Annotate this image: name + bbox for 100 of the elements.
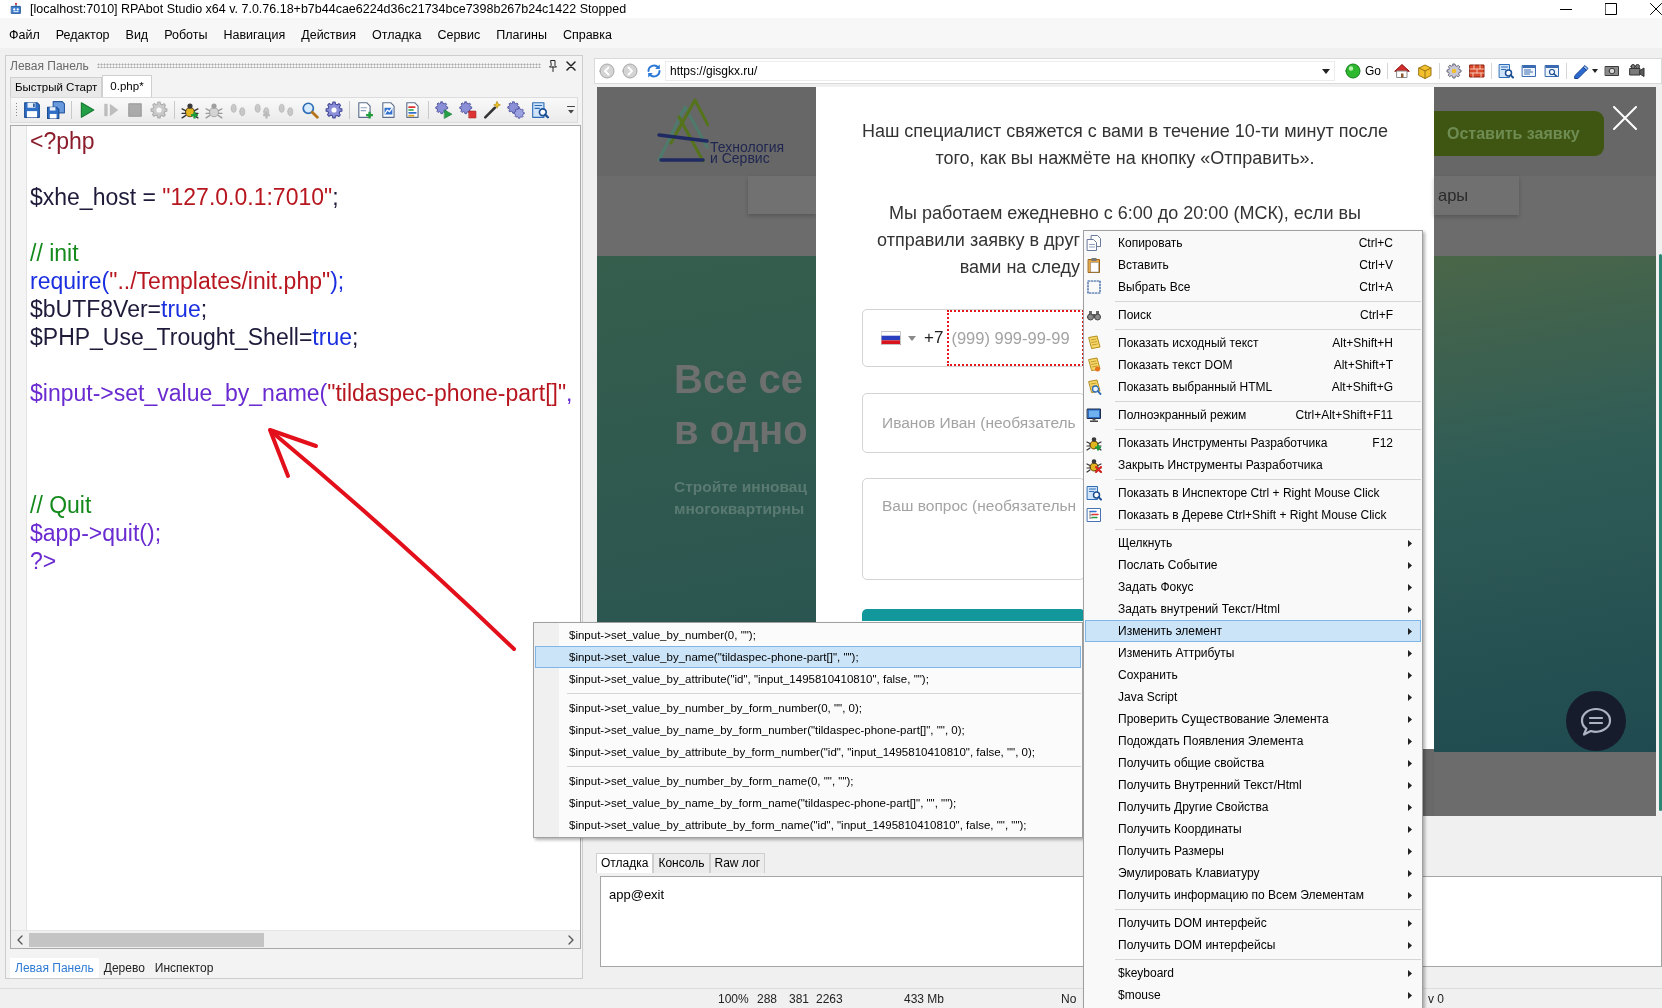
- phone-field[interactable]: +7 (999) 999-99-99: [862, 309, 1085, 367]
- dropdown-caret-icon[interactable]: [1322, 68, 1330, 74]
- film-icon[interactable]: [1604, 63, 1620, 79]
- maximize-icon[interactable]: [1605, 3, 1617, 15]
- menu-item[interactable]: Задать Фокус: [1085, 576, 1421, 598]
- menu-item[interactable]: Показать в Инспекторе Ctrl + Right Mouse Click: [1085, 482, 1421, 504]
- menu-item[interactable]: Вставить Ctrl+V: [1085, 254, 1421, 276]
- pen-icon[interactable]: [1573, 63, 1589, 79]
- box-icon[interactable]: [1417, 63, 1433, 79]
- refresh-icon[interactable]: [646, 63, 662, 79]
- pin-icon[interactable]: [549, 59, 557, 72]
- menu-item[interactable]: Показать выбранный HTML Alt+Shift+G: [1085, 376, 1421, 398]
- menu-item[interactable]: Подождать Появления Элемента: [1085, 730, 1421, 752]
- triangle-logo-icon[interactable]: [657, 97, 709, 163]
- panel-tab[interactable]: Инспектор: [149, 958, 219, 978]
- menu-item[interactable]: Получить общие свойства: [1085, 752, 1421, 774]
- question-field[interactable]: Ваш вопрос (необязательн: [862, 478, 1085, 580]
- gear-icon[interactable]: [1446, 63, 1462, 79]
- menu-item[interactable]: Java Script: [1085, 686, 1421, 708]
- gears-play-button[interactable]: [433, 99, 455, 121]
- menu-item[interactable]: Справка: [562, 28, 612, 42]
- menu-item[interactable]: Получить DOM интерфейсы: [1085, 934, 1421, 956]
- gears-button[interactable]: [505, 99, 527, 121]
- menu-item[interactable]: Копировать Ctrl+C: [1085, 232, 1421, 254]
- status-text: 381: [789, 991, 810, 1006]
- scroll-left-icon[interactable]: [17, 934, 23, 945]
- window-search-icon[interactable]: [1544, 63, 1560, 79]
- menu-item[interactable]: $input->set_value_by_name("tildaspec-phone-part[]", "");: [535, 646, 1081, 668]
- minimize-icon[interactable]: [1560, 8, 1572, 10]
- menu-item[interactable]: Отладка: [372, 28, 422, 42]
- menu-item[interactable]: $keyboard: [1085, 962, 1421, 984]
- save-all-button[interactable]: [45, 99, 67, 121]
- debug-tab[interactable]: Raw лог: [709, 853, 766, 873]
- inspector-button[interactable]: [529, 99, 551, 121]
- dialog-text: Мы работаем ежедневно с 6:00 до 20:00 (МСК), если вы: [889, 203, 1361, 223]
- settings-button[interactable]: [323, 99, 345, 121]
- log-text: app@exit: [609, 887, 665, 902]
- menu-item[interactable]: Показать в Дереве Ctrl+Shift + Right Mouse Click: [1085, 504, 1421, 526]
- horizontal-scrollbar[interactable]: [11, 930, 580, 948]
- menu-item[interactable]: Показать исходный текст Alt+Shift+H: [1085, 332, 1421, 354]
- camera-icon[interactable]: [1629, 63, 1645, 79]
- status-text: 433 Mb: [904, 991, 945, 1006]
- close-icon[interactable]: [1650, 3, 1662, 15]
- drag-handle[interactable]: [15, 102, 18, 118]
- window-list-icon[interactable]: [1521, 63, 1537, 79]
- inspect-icon[interactable]: [1498, 63, 1514, 79]
- panel-tab[interactable]: Дерево: [98, 958, 150, 978]
- menu-item[interactable]: Вид: [125, 28, 149, 42]
- page-scrollbar[interactable]: [1659, 254, 1662, 811]
- menu-item[interactable]: Навигация: [223, 28, 286, 42]
- magic-wand-button[interactable]: [481, 99, 503, 121]
- footprints-plus-icon: [253, 101, 271, 119]
- status-text: 288: [757, 991, 778, 1006]
- menu-item[interactable]: Файл: [9, 28, 40, 42]
- menu-item[interactable]: Поиск Ctrl+F: [1085, 304, 1421, 326]
- menu-item[interactable]: Полноэкранный режим Ctrl+Alt+Shift+F11: [1085, 404, 1421, 426]
- search-button[interactable]: [299, 99, 321, 121]
- menu-item[interactable]: Получить DOM интерфейс: [1085, 912, 1421, 934]
- menu-item[interactable]: Щелкнуть: [1085, 532, 1421, 554]
- menu-item[interactable]: Действия: [301, 28, 356, 42]
- bricks-icon[interactable]: [1469, 63, 1485, 79]
- panel-tab[interactable]: Левая Панель: [10, 958, 99, 978]
- menu-item[interactable]: Показать текст DOM Alt+Shift+T: [1085, 354, 1421, 376]
- menu-item[interactable]: Проверить Существование Элемента: [1085, 708, 1421, 730]
- debug-tab[interactable]: Отладка: [596, 853, 654, 873]
- menu-item[interactable]: Получить Внутренний Текст/Html: [1085, 774, 1421, 796]
- menu-item[interactable]: Получить Размеры: [1085, 840, 1421, 862]
- file-tab[interactable]: 0.php*: [102, 75, 152, 97]
- menu-item[interactable]: Выбрать Все Ctrl+A: [1085, 276, 1421, 298]
- menu-item[interactable]: Изменить элемент: [1085, 620, 1421, 642]
- menu-item[interactable]: Получить информацию по Всем Элементам: [1085, 884, 1421, 906]
- gears-stop-button[interactable]: [457, 99, 479, 121]
- close-icon[interactable]: [566, 60, 576, 71]
- name-field[interactable]: Иванов Иван (необязатель: [862, 393, 1085, 453]
- menu-item[interactable]: Получить Другие Свойства: [1085, 796, 1421, 818]
- menu-item[interactable]: Редактор: [55, 28, 110, 42]
- menu-item[interactable]: Задать внутрений Текст/Html: [1085, 598, 1421, 620]
- menu-item[interactable]: Показать Инструменты Разработчика F12: [1085, 432, 1421, 454]
- menu-item[interactable]: $mouse: [1085, 984, 1421, 1006]
- menu-item[interactable]: Плагины: [496, 28, 547, 42]
- menu-item[interactable]: Послать Событие: [1085, 554, 1421, 576]
- save-button[interactable]: [21, 99, 43, 121]
- chat-icon[interactable]: [1566, 691, 1626, 751]
- drag-handle[interactable]: [96, 63, 541, 68]
- menu-item[interactable]: Эмулировать Клавиатуру: [1085, 862, 1421, 884]
- caret-icon[interactable]: [1592, 69, 1598, 73]
- scroll-right-icon[interactable]: [568, 934, 574, 945]
- menu-item[interactable]: Роботы: [164, 28, 208, 42]
- house-icon[interactable]: [1394, 63, 1410, 79]
- phone-input[interactable]: (999) 999-99-99: [947, 310, 1084, 366]
- menu-item[interactable]: Сохранить: [1085, 664, 1421, 686]
- flag-icon[interactable]: [881, 331, 901, 345]
- menu-item[interactable]: Закрыть Инструменты Разработчика: [1085, 454, 1421, 476]
- scrollbar-thumb[interactable]: [29, 932, 264, 947]
- menu-item[interactable]: Изменить Аттрибуты: [1085, 642, 1421, 664]
- go-button[interactable]: Go: [1345, 63, 1381, 79]
- debug-tab[interactable]: Консоль: [653, 853, 710, 873]
- menu-item[interactable]: Сервис: [437, 28, 481, 42]
- menu-item[interactable]: Получить Координаты: [1085, 818, 1421, 840]
- file-tab[interactable]: Быстрый Старт: [10, 77, 103, 97]
